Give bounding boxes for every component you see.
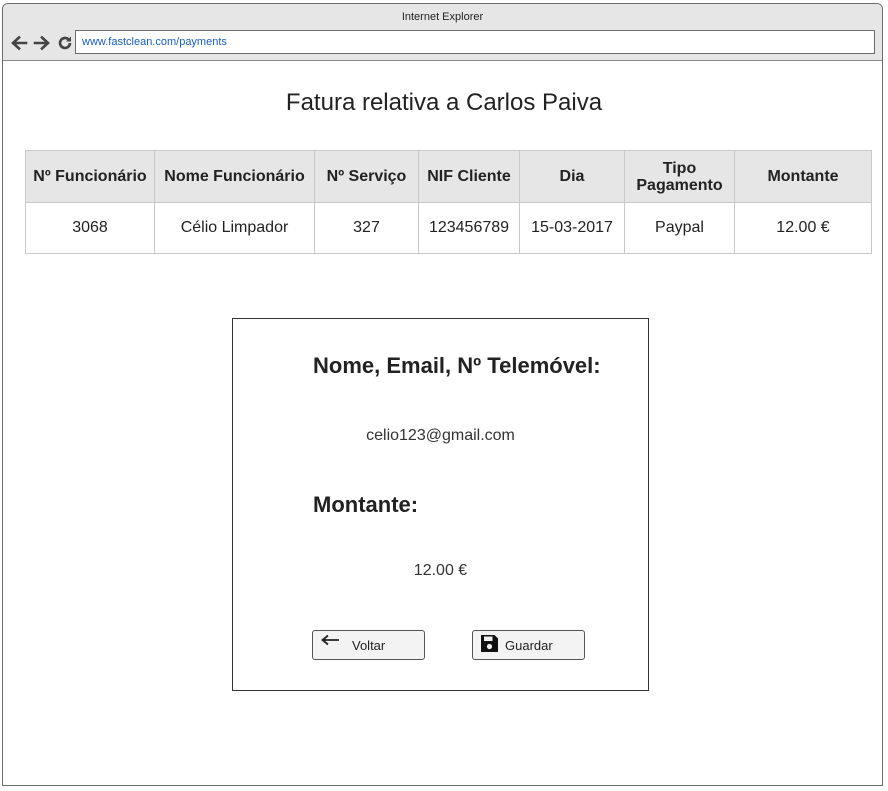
window-title: Internet Explorer — [401, 11, 484, 23]
save-button-label: Guardar — [505, 638, 553, 653]
amount-heading: Montante: — [313, 492, 419, 517]
invoice-table: Nº Funcionário Nome Funcionário Nº Servi… — [25, 150, 872, 254]
page-title: Fatura relativa a Carlos Paiva — [285, 89, 603, 116]
arrow-left-icon — [320, 634, 340, 651]
navigation-buttons — [9, 33, 75, 53]
floppy-disk-icon — [480, 634, 499, 656]
table-header-row: Nº Funcionário Nome Funcionário Nº Servi… — [25, 150, 872, 203]
back-voltar-button[interactable]: Voltar — [312, 630, 425, 660]
header-employee-name: Nome Funcionário — [154, 150, 315, 203]
save-guardar-button[interactable]: Guardar — [472, 630, 585, 660]
header-payment-type: Tipo Pagamento — [624, 150, 735, 203]
cell-payment-type: Paypal — [624, 202, 735, 254]
back-button-label: Voltar — [352, 638, 386, 653]
cell-employee-name: Célio Limpador — [154, 202, 315, 254]
refresh-icon — [58, 36, 72, 50]
arrow-left-icon — [11, 35, 28, 51]
back-button[interactable] — [9, 33, 29, 53]
address-bar[interactable]: www.fastclean.com/payments — [75, 30, 875, 54]
contact-heading: Nome, Email, Nº Telemóvel: — [313, 353, 601, 378]
cell-date: 15-03-2017 — [519, 202, 625, 254]
cell-employee-number: 3068 — [25, 202, 155, 254]
header-service-number: Nº Serviço — [314, 150, 419, 203]
header-amount: Montante — [734, 150, 872, 203]
forward-button[interactable] — [32, 33, 52, 53]
browser-toolbar: Internet Explorer www.fastclean.com/paym… — [3, 4, 882, 61]
contact-email: celio123@gmail.com — [366, 427, 515, 444]
header-client-nif: NIF Cliente — [418, 150, 520, 203]
header-employee-number: Nº Funcionário — [25, 150, 155, 203]
amount-value: 12.00 € — [413, 562, 468, 579]
cell-service-number: 327 — [314, 202, 419, 254]
header-date: Dia — [519, 150, 625, 203]
cell-amount: 12.00 € — [734, 202, 872, 254]
arrow-right-icon — [33, 35, 50, 51]
refresh-button[interactable] — [55, 33, 75, 53]
payment-panel: Nome, Email, Nº Telemóvel: celio123@gmai… — [232, 318, 649, 691]
cell-client-nif: 123456789 — [418, 202, 520, 254]
table-row: 3068 Célio Limpador 327 123456789 15-03-… — [25, 202, 872, 254]
